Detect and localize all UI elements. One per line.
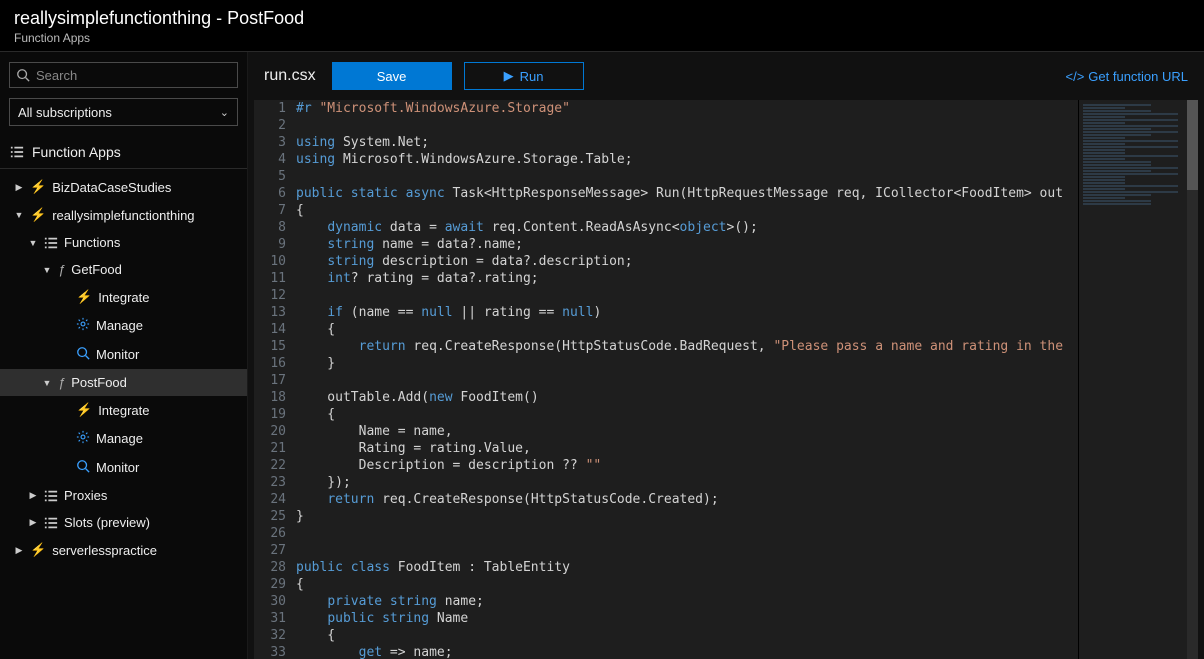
tree-item-getfood[interactable]: ▼ ƒ GetFood [0,256,247,283]
chevron-down-icon: ⌄ [220,106,229,119]
list-icon [44,489,58,503]
tree-item-postfood[interactable]: ▼ ƒ PostFood [0,369,247,396]
chevron-icon: ▼ [28,238,38,248]
code-icon: </> [1065,69,1084,84]
header: reallysimplefunctionthing - PostFood Fun… [0,0,1204,52]
chevron-icon: ▶ [14,545,24,556]
tree-item-proxies[interactable]: ▶ Proxies [0,482,247,509]
lightning-icon: ⚡ [76,289,92,305]
tree-item-label: Slots (preview) [64,515,150,530]
tree-item-monitor[interactable]: Monitor [0,453,247,482]
function-icon: ƒ [58,262,65,277]
save-button[interactable]: Save [332,62,452,90]
search-box[interactable] [9,62,238,88]
minimap[interactable] [1078,100,1198,659]
chevron-icon: ▼ [14,210,24,220]
gear-icon [76,430,90,447]
gear-icon [76,317,90,334]
chevron-icon: ▼ [42,378,52,388]
page-title: reallysimplefunctionthing - PostFood [14,8,1190,29]
list-icon [44,236,58,250]
chevron-icon: ▶ [14,182,24,193]
tree-item-serverlesspractice[interactable]: ▶ ⚡ serverlesspractice [0,536,247,564]
code-editor[interactable]: 1234567891011121314151617181920212223242… [254,100,1198,659]
run-button[interactable]: ▶ Run [464,62,584,90]
tree: ▶ ⚡ BizDataCaseStudies ▼ ⚡ reallysimplefuncti… [0,169,247,659]
tree-item-integrate[interactable]: ⚡ Integrate [0,396,247,424]
tree-item-label: Manage [96,431,143,446]
tree-item-integrate[interactable]: ⚡ Integrate [0,283,247,311]
subscription-dropdown[interactable]: All subscriptions ⌄ [9,98,238,126]
tree-item-label: Functions [64,235,120,250]
chevron-icon: ▶ [28,490,38,501]
list-icon [44,516,58,530]
chevron-icon: ▶ [28,517,38,528]
tree-item-label: serverlesspractice [52,543,157,558]
tree-item-label: Integrate [98,403,149,418]
lightning-icon: ⚡ [76,402,92,418]
get-function-url-link[interactable]: </> Get function URL [1065,69,1188,84]
tree-item-label: Integrate [98,290,149,305]
tree-item-label: GetFood [71,262,122,277]
toolbar: run.csx Save ▶ Run </> Get function URL [248,52,1204,100]
subscription-label: All subscriptions [18,105,112,120]
content: run.csx Save ▶ Run </> Get function URL … [248,52,1204,659]
page-subtitle: Function Apps [14,31,1190,45]
tree-item-label: PostFood [71,375,127,390]
lightning-icon: ⚡ [30,542,46,558]
tree-item-slots-preview-[interactable]: ▶ Slots (preview) [0,509,247,536]
monitor-icon [76,459,90,476]
tree-item-functions[interactable]: ▼ Functions [0,229,247,256]
function-icon: ƒ [58,375,65,390]
tree-item-manage[interactable]: Manage [0,311,247,340]
tree-item-manage[interactable]: Manage [0,424,247,453]
tree-item-label: Proxies [64,488,107,503]
tree-item-label: reallysimplefunctionthing [52,208,194,223]
list-icon [10,145,24,159]
tree-item-label: BizDataCaseStudies [52,180,171,195]
tree-item-monitor[interactable]: Monitor [0,340,247,369]
chevron-icon: ▼ [42,265,52,275]
file-name-label: run.csx [264,67,316,85]
tree-item-label: Monitor [96,347,139,362]
tree-item-bizdatacasestudies[interactable]: ▶ ⚡ BizDataCaseStudies [0,173,247,201]
root-label[interactable]: Function Apps [0,136,247,169]
lightning-icon: ⚡ [30,207,46,223]
monitor-icon [76,346,90,363]
scrollbar-thumb[interactable] [1187,100,1198,190]
tree-item-reallysimplefunctionthing[interactable]: ▼ ⚡ reallysimplefunctionthing [0,201,247,229]
search-icon [16,68,30,82]
code-area[interactable]: #r "Microsoft.WindowsAzure.Storage"using… [296,100,1078,659]
search-input[interactable] [30,68,231,83]
tree-item-label: Manage [96,318,143,333]
line-gutter: 1234567891011121314151617181920212223242… [254,100,296,659]
sidebar: All subscriptions ⌄ Function Apps ▶ ⚡ BizD… [0,52,248,659]
play-icon: ▶ [504,68,514,84]
lightning-icon: ⚡ [30,179,46,195]
tree-item-label: Monitor [96,460,139,475]
